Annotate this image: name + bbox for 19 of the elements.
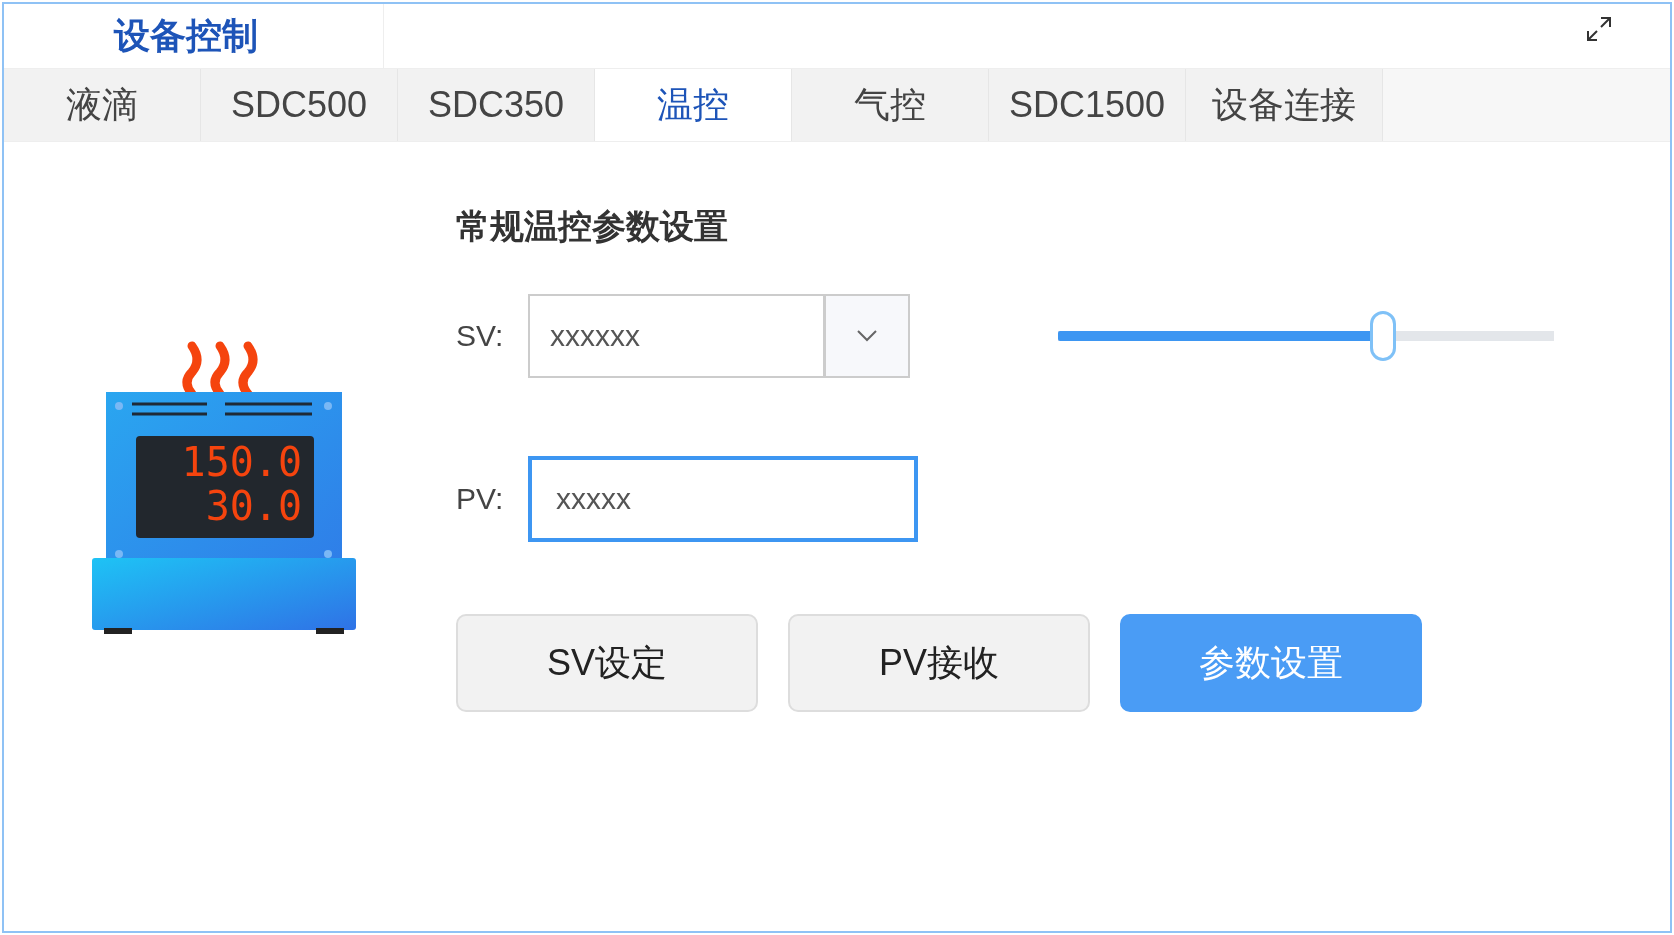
panel-title: 设备控制 bbox=[4, 4, 384, 68]
sv-select[interactable]: xxxxxx bbox=[528, 294, 910, 378]
action-button[interactable]: SV设定 bbox=[456, 614, 758, 712]
tab[interactable]: SDC350 bbox=[398, 69, 595, 141]
tab[interactable]: 温控 bbox=[595, 69, 792, 141]
chevron-down-icon bbox=[856, 329, 878, 343]
tab[interactable]: SDC1500 bbox=[989, 69, 1186, 141]
action-button[interactable]: PV接收 bbox=[788, 614, 1090, 712]
sv-value: xxxxxx bbox=[549, 319, 641, 353]
section-heading: 常规温控参数设置 bbox=[456, 206, 729, 247]
slider-thumb[interactable] bbox=[1369, 311, 1396, 361]
tab[interactable]: SDC500 bbox=[201, 69, 398, 141]
expand-icon[interactable] bbox=[1584, 14, 1614, 44]
tab[interactable]: 液滴 bbox=[4, 69, 201, 141]
tab[interactable]: 气控 bbox=[792, 69, 989, 141]
pv-label: PV: bbox=[456, 482, 505, 516]
pv-input-field[interactable]: xxxxx bbox=[528, 456, 918, 542]
tab[interactable]: 设备连接 bbox=[1186, 69, 1383, 141]
sv-label: SV: bbox=[456, 319, 505, 353]
